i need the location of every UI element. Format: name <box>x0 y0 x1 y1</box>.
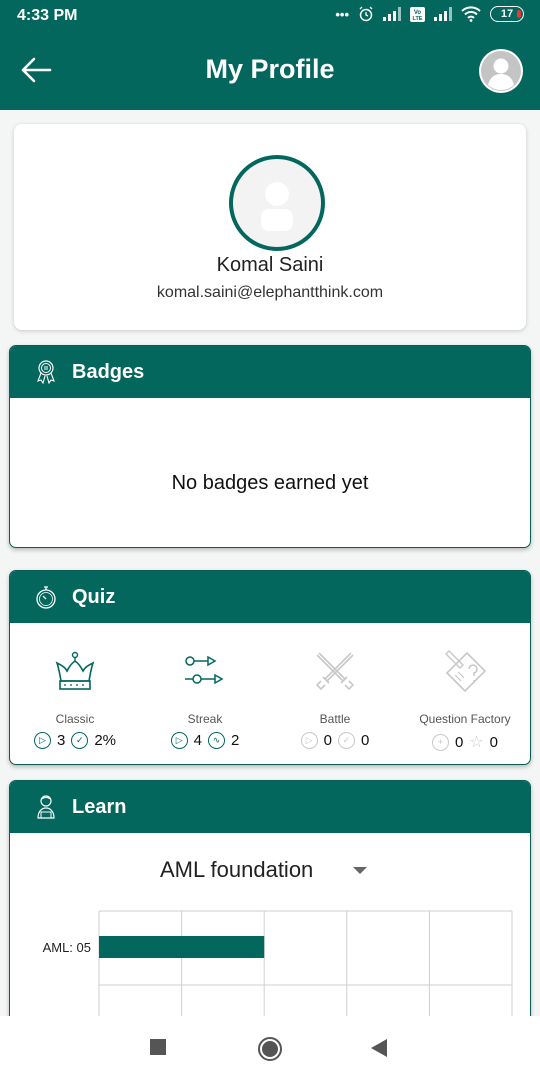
accuracy-value: 2% <box>94 732 117 749</box>
crown-icon <box>55 651 95 690</box>
learner-icon <box>37 795 55 819</box>
played-count: 3 <box>56 732 66 749</box>
plus-icon: + <box>431 733 449 751</box>
streak-value: 2 <box>231 732 240 749</box>
badges-header: Badges <box>10 346 530 398</box>
badges-empty-message: No badges earned yet <box>171 472 369 494</box>
streak-arrows-icon <box>185 655 224 685</box>
profile-picture[interactable] <box>229 155 325 251</box>
star-icon: ☆ <box>469 734 484 751</box>
mode-stats: ▷ 4 ∿ 2 <box>140 732 270 749</box>
alarm-icon <box>359 6 373 22</box>
learn-section: Learn AML foundation AML: 05 <box>9 780 531 1040</box>
home-button[interactable] <box>257 1036 283 1062</box>
question-paper-icon <box>445 650 487 693</box>
mode-name: Streak <box>187 712 223 726</box>
recents-button[interactable] <box>149 1038 167 1056</box>
quiz-modes: Classic ▷ 3 ✓ 2% Streak ▷ 4 ∿ 2 Battle ▷ 0 ✓ 0 <box>10 623 530 752</box>
wave-icon: ∿ <box>208 732 225 749</box>
status-icons: ••• Vo LTE 17 <box>335 6 524 22</box>
battery-icon: 17 <box>490 6 524 22</box>
battery-level: 17 <box>500 8 514 20</box>
system-nav-bar <box>0 1016 540 1080</box>
volte-icon: VoLTE <box>410 6 425 22</box>
quiz-header: Quiz <box>10 571 530 623</box>
play-icon: ▷ <box>170 732 188 749</box>
learn-header: Learn <box>10 781 530 833</box>
header-avatar-button[interactable] <box>479 49 523 93</box>
badges-title: Badges <box>72 360 145 383</box>
wifi-icon <box>461 6 481 22</box>
mode-name: Classic <box>55 712 95 726</box>
chevron-down-icon[interactable] <box>353 867 367 874</box>
check-icon: ✓ <box>71 732 89 749</box>
course-select[interactable]: AML foundation <box>160 857 313 883</box>
signal-icon <box>383 7 401 21</box>
user-avatar-icon <box>481 51 521 91</box>
profile-card: Komal Saini komal.saini@elephantthink.co… <box>14 124 526 330</box>
badges-section: Badges No badges earned yet <box>9 345 531 548</box>
crossed-swords-icon <box>315 652 355 691</box>
award-ribbon-icon <box>37 360 55 385</box>
stopwatch-icon <box>36 586 56 609</box>
signal-icon <box>434 7 452 21</box>
status-time: 4:33 PM <box>17 7 78 24</box>
svg-text:LTE: LTE <box>413 16 423 22</box>
quiz-section: Quiz Classic ▷ 3 ✓ 2% Streak ▷ 4 ∿ 2 Battle … <box>9 570 531 765</box>
mode-stats: ▷ 3 ✓ 2% <box>10 732 140 749</box>
learn-title: Learn <box>72 795 127 818</box>
check-icon: ✓ <box>338 732 355 749</box>
mode-name: Battle <box>319 712 351 726</box>
played-count: 0 <box>323 732 332 749</box>
more-dots-icon: ••• <box>335 6 349 22</box>
wins-count: 0 <box>361 732 370 749</box>
category-label: AML: 05 <box>43 940 91 955</box>
quiz-mode-classic[interactable]: Classic ▷ 3 ✓ 2% <box>10 647 140 752</box>
mode-stats: ▷ 0 ✓ 0 <box>270 732 400 749</box>
quiz-mode-battle[interactable]: Battle ▷ 0 ✓ 0 <box>270 647 400 752</box>
mode-name: Question Factory <box>419 712 511 726</box>
questions-count: 0 <box>454 733 464 751</box>
page-title: My Profile <box>205 54 335 84</box>
chart-bar <box>99 936 265 958</box>
user-placeholder-icon <box>261 182 293 231</box>
quiz-mode-question-factory[interactable]: Question Factory +0 ☆ 0 <box>400 647 530 752</box>
play-icon: ▷ <box>33 732 51 749</box>
profile-email: komal.saini@elephantthink.com <box>156 284 384 301</box>
played-count: 4 <box>193 732 202 749</box>
play-icon: ▷ <box>300 732 318 749</box>
stars-count: 0 <box>489 733 499 751</box>
nav-back-button[interactable] <box>370 1038 388 1058</box>
quiz-mode-streak[interactable]: Streak ▷ 4 ∿ 2 <box>140 647 270 752</box>
mode-stats: +0 ☆ 0 <box>400 732 530 752</box>
app-bar: My Profile <box>0 34 540 110</box>
status-bar: 4:33 PM ••• Vo LTE 17 <box>0 0 540 34</box>
profile-name: Komal Saini <box>216 254 324 276</box>
quiz-title: Quiz <box>72 585 116 608</box>
